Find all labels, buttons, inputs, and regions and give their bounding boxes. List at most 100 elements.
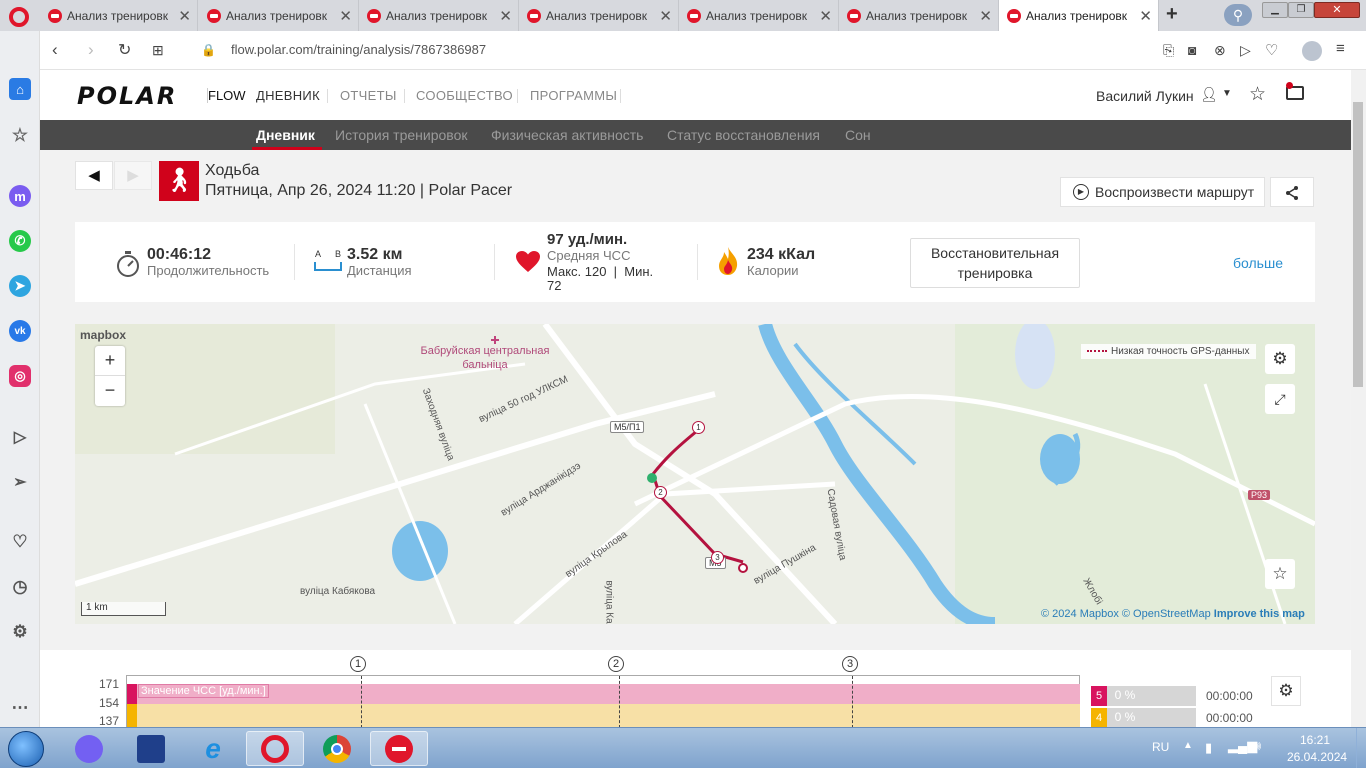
- nav-programs[interactable]: ПРОГРАММЫ: [530, 88, 617, 103]
- address-bar: ‹ › ↻ ⊞ 🔒 flow.polar.com/training/analys…: [40, 31, 1366, 70]
- speed-dial-icon[interactable]: ☆: [9, 124, 31, 146]
- send-page-icon[interactable]: ▷: [1240, 42, 1251, 59]
- url-field[interactable]: flow.polar.com/training/analysis/7867386…: [231, 42, 486, 57]
- menu-icon[interactable]: ≡: [1336, 40, 1345, 57]
- browser-tab[interactable]: Анализ тренировк ✕: [359, 0, 519, 31]
- close-tab-icon[interactable]: ✕: [659, 7, 672, 25]
- instagram-icon[interactable]: ◎: [9, 365, 31, 387]
- back-icon[interactable]: ‹: [52, 40, 58, 60]
- bookmark-heart-icon[interactable]: ♡: [1265, 41, 1278, 59]
- fullscreen-button[interactable]: ⤢: [1265, 384, 1295, 414]
- subnav-sleep[interactable]: Сон: [845, 127, 871, 143]
- battery-icon[interactable]: ▮: [1205, 740, 1212, 756]
- home-icon[interactable]: ⌂: [9, 78, 31, 100]
- route-map[interactable]: mapbox + − Низкая точность GPS-данных ⚙ …: [75, 324, 1315, 624]
- session-datetime: Пятница, Апр 26, 2024 11:20 | Polar Pace…: [205, 182, 513, 199]
- close-tab-icon[interactable]: ✕: [178, 7, 191, 25]
- subnav-history[interactable]: История тренировок: [335, 127, 467, 143]
- opera-logo[interactable]: [9, 7, 29, 27]
- browser-tab[interactable]: Анализ тренировк ✕: [40, 0, 198, 31]
- minimize-window-button[interactable]: ▁: [1262, 2, 1288, 18]
- browser-tab[interactable]: Анализ тренировк ✕: [199, 0, 359, 31]
- send-icon[interactable]: ➢: [9, 471, 31, 493]
- map-settings-button[interactable]: ⚙: [1265, 344, 1295, 374]
- browser-tab[interactable]: Анализ тренировк ✕: [679, 0, 839, 31]
- user-icon[interactable]: 👤︎: [1200, 86, 1218, 103]
- messenger-icon[interactable]: m: [9, 185, 31, 207]
- player-icon[interactable]: ▷: [9, 426, 31, 448]
- opera-favicon-icon: [48, 8, 62, 23]
- volume-icon[interactable]: 🔊︎: [1253, 738, 1261, 754]
- browser-tab[interactable]: Анализ тренировк ✕: [519, 0, 679, 31]
- browser-tab-active[interactable]: Анализ тренировк ✕: [999, 0, 1159, 31]
- tray-expand-icon[interactable]: ▲: [1183, 740, 1193, 751]
- user-name[interactable]: Василий Лукин: [1096, 88, 1194, 104]
- close-tab-icon[interactable]: ✕: [819, 7, 832, 25]
- polar-logo[interactable]: POLAR: [77, 82, 177, 110]
- close-tab-icon[interactable]: ✕: [1139, 7, 1152, 25]
- km-marker: 2: [608, 656, 624, 672]
- search-tabs-icon[interactable]: ⚲: [1224, 4, 1252, 26]
- nav-community[interactable]: СООБЩЕСТВО: [416, 88, 513, 103]
- chart-settings-button[interactable]: ⚙: [1271, 676, 1301, 706]
- prev-session-button[interactable]: ◀: [75, 161, 113, 190]
- heart-rate-icon: [516, 251, 540, 272]
- flow-label: FLOW: [207, 88, 246, 103]
- heart-icon[interactable]: ♡: [9, 531, 31, 553]
- forward-icon[interactable]: ›: [88, 40, 94, 60]
- close-tab-icon[interactable]: ✕: [979, 7, 992, 25]
- favorites-star-icon[interactable]: ☆: [1249, 83, 1266, 106]
- close-tab-icon[interactable]: ✕: [339, 7, 352, 25]
- history-icon[interactable]: ◷: [9, 576, 31, 598]
- more-icon[interactable]: ⋯: [9, 697, 31, 719]
- viber-taskbar-icon[interactable]: [60, 731, 118, 766]
- next-session-button[interactable]: ▶: [114, 161, 152, 190]
- camera-icon[interactable]: ◙: [1188, 42, 1196, 58]
- chrome-taskbar-icon[interactable]: [308, 731, 366, 766]
- play-route-label: Воспроизвести маршрут: [1095, 184, 1255, 200]
- more-link[interactable]: больше: [1233, 255, 1283, 271]
- snapshot-icon[interactable]: ⎘: [1163, 42, 1174, 59]
- play-route-button[interactable]: ▶ Воспроизвести маршрут: [1060, 177, 1265, 207]
- whatsapp-icon[interactable]: ✆: [9, 230, 31, 252]
- tabs-grid-icon[interactable]: ⊞: [152, 42, 164, 59]
- opera-gx-taskbar-icon[interactable]: [370, 731, 428, 766]
- reload-icon[interactable]: ↻: [118, 40, 131, 60]
- clock-time[interactable]: 16:21: [1300, 733, 1330, 747]
- route-marker[interactable]: 2: [654, 486, 667, 499]
- new-tab-button[interactable]: +: [1166, 3, 1178, 26]
- vk-icon[interactable]: vk: [9, 320, 31, 342]
- browser-tab[interactable]: Анализ тренировк ✕: [839, 0, 999, 31]
- favorite-route-button[interactable]: ☆: [1265, 559, 1295, 589]
- close-window-button[interactable]: ✕: [1314, 2, 1360, 18]
- nav-separator: [404, 89, 405, 103]
- maximize-window-button[interactable]: ❐: [1288, 2, 1314, 18]
- clock-date[interactable]: 26.04.2024: [1287, 750, 1347, 764]
- zoom-in-button[interactable]: +: [95, 346, 125, 376]
- chevron-down-icon[interactable]: ▼: [1222, 88, 1232, 99]
- subnav-activity[interactable]: Физическая активность: [491, 127, 643, 143]
- floppy-taskbar-icon[interactable]: [122, 731, 180, 766]
- flame-icon: [719, 247, 738, 275]
- share-button[interactable]: [1270, 177, 1314, 207]
- zoom-out-button[interactable]: −: [95, 376, 125, 406]
- subnav-recovery[interactable]: Статус восстановления: [667, 127, 820, 143]
- nav-reports[interactable]: ОТЧЕТЫ: [340, 88, 397, 103]
- subnav-diary[interactable]: Дневник: [256, 127, 315, 143]
- language-indicator[interactable]: RU: [1152, 740, 1169, 754]
- training-benefit-button[interactable]: Восстановительная тренировка: [910, 238, 1080, 288]
- show-desktop-button[interactable]: [1356, 728, 1366, 768]
- close-tab-icon[interactable]: ✕: [499, 7, 512, 25]
- settings-icon[interactable]: ⚙: [9, 621, 31, 643]
- route-marker[interactable]: 3: [711, 551, 724, 564]
- opera-taskbar-icon[interactable]: [246, 731, 304, 766]
- nav-diary[interactable]: ДНЕВНИК: [256, 88, 320, 103]
- ie-taskbar-icon[interactable]: e: [184, 731, 242, 766]
- telegram-icon[interactable]: ➤: [9, 275, 31, 297]
- route-marker[interactable]: 1: [692, 421, 705, 434]
- scrollbar-thumb[interactable]: [1353, 102, 1363, 387]
- block-icon[interactable]: ⊗: [1214, 42, 1226, 59]
- profile-icon[interactable]: [1302, 41, 1322, 61]
- start-button[interactable]: [8, 731, 44, 767]
- zone-row: 5 0 %: [1091, 686, 1196, 706]
